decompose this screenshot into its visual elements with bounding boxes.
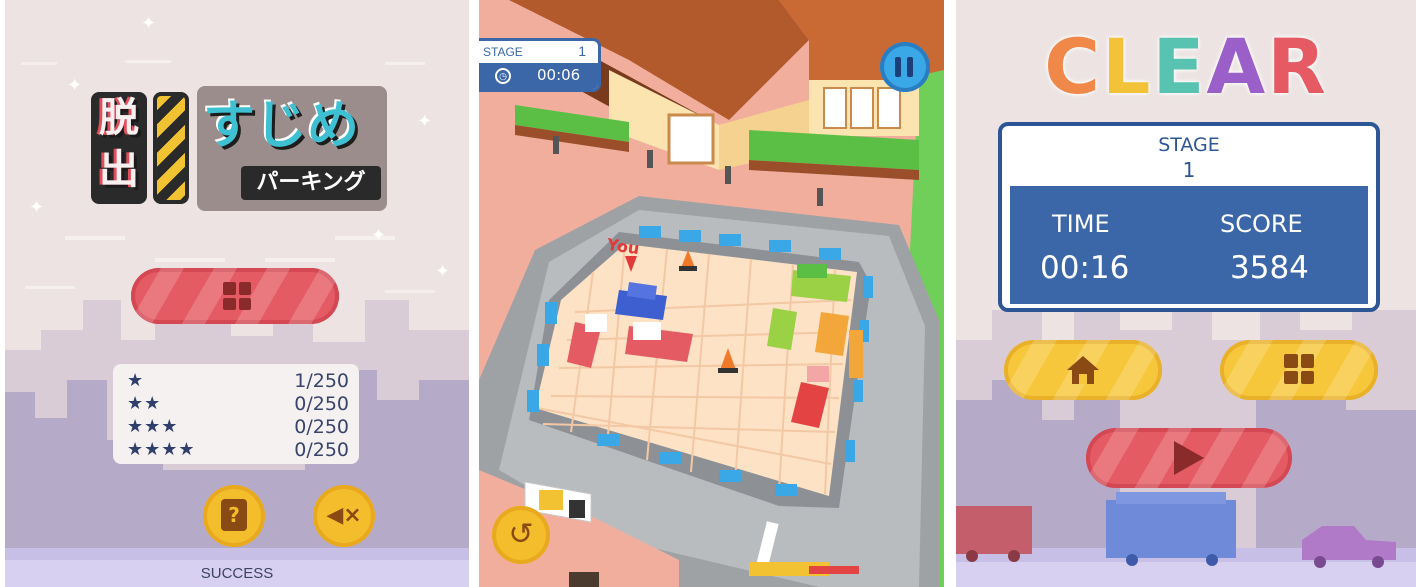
time-label: TIME [1052, 210, 1110, 238]
game-logo: 脱 出 すじめ パーキング [91, 86, 391, 216]
sparkle: ✦ [67, 75, 83, 95]
sparkle: ✦ [417, 111, 433, 131]
clear-letter: R [1267, 22, 1328, 111]
star-rating-icon: ★★★ [127, 416, 179, 437]
clear-letter: A [1206, 22, 1268, 111]
stat-value: 0/250 [294, 393, 349, 415]
timer-bar: ◷ 00:06 [479, 63, 598, 89]
stats-row: ★★★★ 0/250 [127, 439, 349, 461]
speaker-muted-icon: ◀× [326, 503, 362, 528]
undo-icon: ↺ [508, 517, 534, 552]
play-icon [1174, 441, 1204, 475]
clear-screen: CLEAR STAGE 1 TIME 00:16 SCORE 3584 [956, 0, 1416, 587]
clear-letter: L [1102, 22, 1153, 111]
pause-button[interactable] [880, 42, 930, 92]
stat-value: 0/250 [294, 439, 349, 461]
stage-number: 1 [1182, 158, 1196, 182]
stats-row: ★★ 0/250 [127, 393, 349, 415]
stage-select-button[interactable] [1220, 340, 1378, 400]
progress-stats-panel: ★ 1/250 ★★ 0/250 ★★★ 0/250 ★★★★ 0/250 [113, 364, 359, 464]
next-stage-button[interactable] [1086, 428, 1292, 488]
stage-label: STAGE [483, 45, 523, 59]
result-stats: TIME 00:16 SCORE 3584 [1010, 186, 1368, 304]
stage-timer-hud: STAGE 1 ◷ 00:06 [479, 38, 601, 92]
down-arrow-icon [625, 256, 637, 272]
score-value: 3584 [1230, 250, 1309, 286]
time-value: 00:16 [1040, 250, 1130, 286]
stage-label: STAGE [1158, 134, 1220, 156]
undo-button[interactable]: ↺ [492, 506, 550, 564]
logo-sub-text: パーキング [241, 166, 381, 200]
home-icon [1067, 356, 1099, 384]
timer-value: 00:06 [537, 66, 581, 84]
stat-value: 1/250 [294, 370, 349, 392]
help-button[interactable]: ? [203, 485, 265, 547]
star-rating-icon: ★★ [127, 393, 162, 414]
stage-number: 1 [578, 43, 586, 59]
stats-row: ★★★ 0/250 [127, 416, 349, 438]
pause-icon [907, 57, 913, 77]
result-panel: STAGE 1 TIME 00:16 SCORE 3584 [998, 122, 1380, 312]
clear-title: CLEAR [956, 22, 1416, 112]
clear-letter: C [1044, 22, 1103, 111]
grid-icon [1284, 354, 1314, 384]
help-book-icon: ? [221, 499, 247, 531]
stat-value: 0/250 [294, 416, 349, 438]
footer-caption: SUCCESS [200, 565, 274, 582]
star-rating-icon: ★ [127, 370, 145, 391]
sparkle: ✦ [29, 197, 45, 217]
logo-char: 脱 [99, 95, 139, 141]
logo-main-text: すじめ [203, 96, 360, 156]
sparkle: ✦ [141, 13, 157, 33]
clear-letter: E [1152, 22, 1207, 111]
logo-exclamation [153, 92, 189, 204]
star-rating-icon: ★★★★ [127, 439, 196, 460]
gameplay-screen: STAGE 1 ◷ 00:06 You ↺ [479, 0, 944, 587]
pause-icon [895, 57, 901, 77]
stats-row: ★ 1/250 [127, 370, 349, 392]
logo-escape-text: 脱 出 [91, 92, 147, 204]
stage-select-button[interactable] [131, 268, 339, 324]
mute-button[interactable]: ◀× [313, 485, 375, 547]
title-screen: ✦ ✦ ✦ ✦ ✦ ✦ 脱 出 すじめ パーキング ★ 1/250 ★★ 0/2… [5, 0, 469, 587]
home-button[interactable] [1004, 340, 1162, 400]
logo-char: 出 [99, 147, 139, 193]
clock-icon: ◷ [495, 68, 511, 84]
sparkle: ✦ [371, 225, 387, 245]
sparkle: ✦ [435, 261, 451, 281]
score-label: SCORE [1220, 210, 1303, 238]
grid-icon [223, 282, 251, 310]
